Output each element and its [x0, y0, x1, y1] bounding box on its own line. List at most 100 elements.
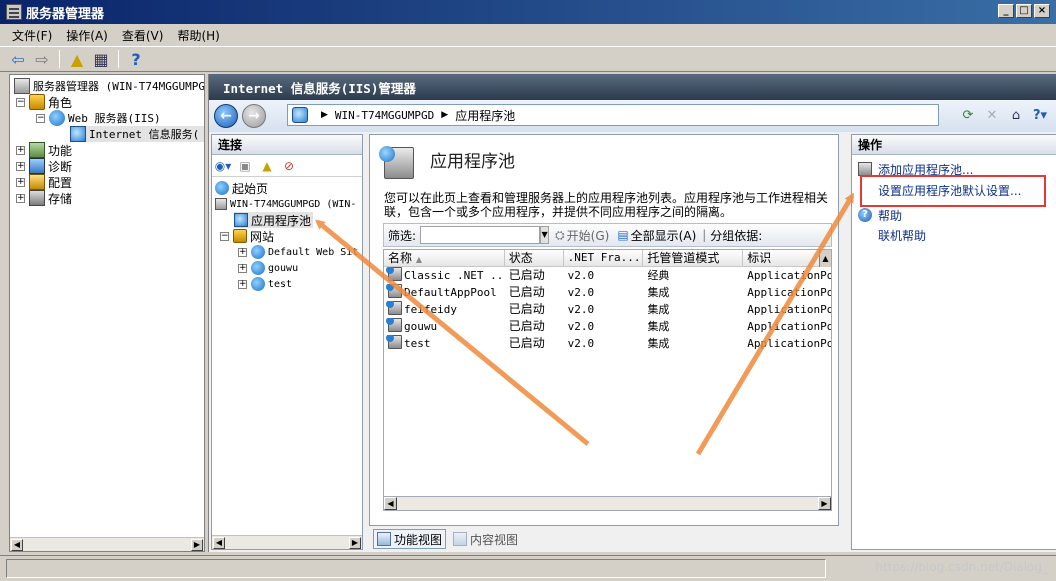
help-icon: ? [858, 208, 872, 222]
app-pool-icon [234, 213, 248, 227]
expand-icon[interactable]: + [238, 247, 247, 257]
filter-input[interactable] [420, 226, 541, 244]
conn-item-default-site[interactable]: + Default Web Sit [238, 244, 358, 260]
expand-icon[interactable]: + [16, 177, 25, 187]
column-identity[interactable]: 标识 [743, 250, 831, 266]
conn-item-test[interactable]: + test [238, 276, 292, 292]
tree-horizontal-scrollbar[interactable]: ◀ ▶ [10, 537, 204, 551]
table-row[interactable]: DefaultAppPool已启动 v2.0 集成 ApplicationPool [384, 284, 831, 301]
collapse-icon[interactable]: − [36, 113, 45, 123]
forward-arrow-icon[interactable]: ⇨ [32, 49, 52, 69]
nav-forward-button[interactable]: → [242, 104, 266, 128]
app-pools-page: 应用程序池 您可以在此页上查看和管理服务器上的应用程序池列表。应用程序池与工作进… [369, 134, 839, 526]
column-name[interactable]: 名称 ▲ [384, 250, 505, 266]
column-status[interactable]: 状态 [505, 250, 564, 266]
table-cell: ApplicationPool [747, 337, 831, 350]
back-arrow-icon[interactable]: ⇦ [8, 49, 28, 69]
action-help[interactable]: ? 帮助 [858, 206, 902, 224]
tab-features-view[interactable]: 功能视图 [373, 529, 447, 549]
expand-icon[interactable]: + [16, 193, 25, 203]
scroll-right-icon[interactable]: ▶ [191, 539, 203, 551]
table-cell: 已启动 [508, 302, 545, 316]
table-row[interactable]: Classic .NET ...已启动 v2.0 经典 ApplicationPool [384, 267, 831, 284]
nav-back-button[interactable]: ← [214, 104, 238, 128]
menu-help[interactable]: 帮助(H) [177, 27, 219, 44]
connections-pane: 连接 ◉▾ ▣ ▲ ⊘ 起始页 WIN-T74MGGUMPGD (WIN- 应用… [211, 134, 363, 550]
conn-item-sites[interactable]: − 网站 [220, 228, 274, 244]
help-icon[interactable]: ? [126, 49, 146, 69]
maximize-button[interactable]: □ [1016, 4, 1032, 18]
expand-icon[interactable]: + [238, 263, 247, 273]
tab-content-view[interactable]: 内容视图 [450, 529, 521, 549]
menu-bar: 文件(F) 操作(A) 查看(V) 帮助(H) [0, 24, 1056, 46]
group-by-label[interactable]: 分组依据: [710, 227, 762, 244]
up-level-icon[interactable]: ▲ [258, 157, 276, 175]
show-all-button[interactable]: 全部显示(A) [631, 227, 697, 244]
home-icon[interactable]: ⌂ [1007, 106, 1025, 124]
filter-dropdown-icon[interactable]: ▼ [540, 226, 550, 244]
scroll-left-icon[interactable]: ◀ [11, 539, 23, 551]
tree-item-configuration[interactable]: + 配置 [16, 174, 72, 190]
column-pipeline-mode[interactable]: 托管管道模式 [643, 250, 744, 266]
scroll-right-icon[interactable]: ▶ [349, 537, 361, 549]
action-online-help[interactable]: 联机帮助 [878, 226, 926, 244]
start-filter-button[interactable]: 开始(G) [567, 227, 610, 244]
collapse-icon[interactable]: − [16, 97, 25, 107]
connections-horizontal-scrollbar[interactable]: ◀ ▶ [212, 535, 362, 549]
table-cell: v2.0 [567, 337, 595, 350]
remove-connection-icon[interactable]: ⊘ [280, 157, 298, 175]
tree-item-storage[interactable]: + 存储 [16, 190, 72, 206]
collapse-icon[interactable]: − [220, 231, 229, 241]
menu-file[interactable]: 文件(F) [12, 27, 52, 44]
expand-icon[interactable]: + [16, 161, 25, 171]
minimize-button[interactable]: _ [998, 4, 1014, 18]
table-row[interactable]: test已启动 v2.0 集成 ApplicationPool [384, 335, 831, 352]
conn-item-app-pools[interactable]: 应用程序池 [234, 212, 314, 228]
menu-view[interactable]: 查看(V) [122, 27, 164, 44]
tree-item-roles[interactable]: − 角色 [16, 94, 72, 110]
menu-action[interactable]: 操作(A) [66, 27, 108, 44]
scroll-right-icon[interactable]: ▶ [818, 497, 831, 510]
close-button[interactable]: × [1034, 4, 1050, 18]
stop-icon[interactable]: ✕ [983, 106, 1001, 124]
table-row[interactable]: gouwu已启动 v2.0 集成 ApplicationPool [384, 318, 831, 335]
table-cell: feifeidy [384, 301, 505, 318]
table-cell: 已启动 [508, 336, 545, 350]
help-menu-icon[interactable]: ?▾ [1031, 106, 1049, 124]
breadcrumb[interactable]: ▶ WIN-T74MGGUMPGD ▶ 应用程序池 [287, 104, 939, 126]
connect-icon[interactable]: ◉▾ [214, 157, 232, 175]
tree-item-server-manager[interactable]: 服务器管理器 (WIN-T74MGGUMPG [14, 78, 204, 94]
scroll-left-icon[interactable]: ◀ [384, 497, 397, 510]
breadcrumb-arrow-icon: ▶ [441, 110, 449, 120]
refresh-icon[interactable]: ⟳ [959, 106, 977, 124]
up-folder-icon[interactable]: ▲ [67, 49, 87, 69]
tree-item-web-server[interactable]: − Web 服务器(IIS) [36, 110, 161, 126]
show-hide-tree-icon[interactable]: ▦ [91, 49, 111, 69]
window-title: 服务器管理器 [26, 6, 105, 22]
scroll-up-icon[interactable]: ▲ [819, 250, 831, 267]
table-horizontal-scrollbar[interactable]: ◀ ▶ [383, 497, 832, 511]
expand-icon[interactable]: + [16, 145, 25, 155]
breadcrumb-page[interactable]: 应用程序池 [455, 107, 515, 124]
table-cell: Classic .NET ... [384, 267, 505, 284]
page-title: 应用程序池 [430, 152, 515, 172]
save-icon[interactable]: ▣ [236, 157, 254, 175]
filter-label: 筛选: [388, 228, 417, 243]
start-page-icon [215, 181, 229, 195]
breadcrumb-server[interactable]: WIN-T74MGGUMPGD [335, 109, 434, 122]
website-icon [251, 277, 265, 291]
scroll-left-icon[interactable]: ◀ [213, 537, 225, 549]
conn-item-server[interactable]: WIN-T74MGGUMPGD (WIN- [215, 196, 356, 212]
expand-icon[interactable]: + [238, 279, 247, 289]
app-pool-icon [386, 284, 402, 298]
table-row[interactable]: feifeidy已启动 v2.0 集成 ApplicationPool [384, 301, 831, 318]
toolbar-separator [118, 50, 119, 68]
tree-item-diagnostics[interactable]: + 诊断 [16, 158, 72, 174]
server-icon [215, 198, 227, 210]
conn-item-gouwu[interactable]: + gouwu [238, 260, 298, 276]
tree-item-iis[interactable]: Internet 信息服务( [70, 126, 204, 142]
table-cell: 已启动 [508, 285, 545, 299]
tree-item-features[interactable]: + 功能 [16, 142, 72, 158]
column-dotnet[interactable]: .NET Fra... [564, 250, 644, 266]
conn-item-start-page[interactable]: 起始页 [215, 180, 268, 196]
